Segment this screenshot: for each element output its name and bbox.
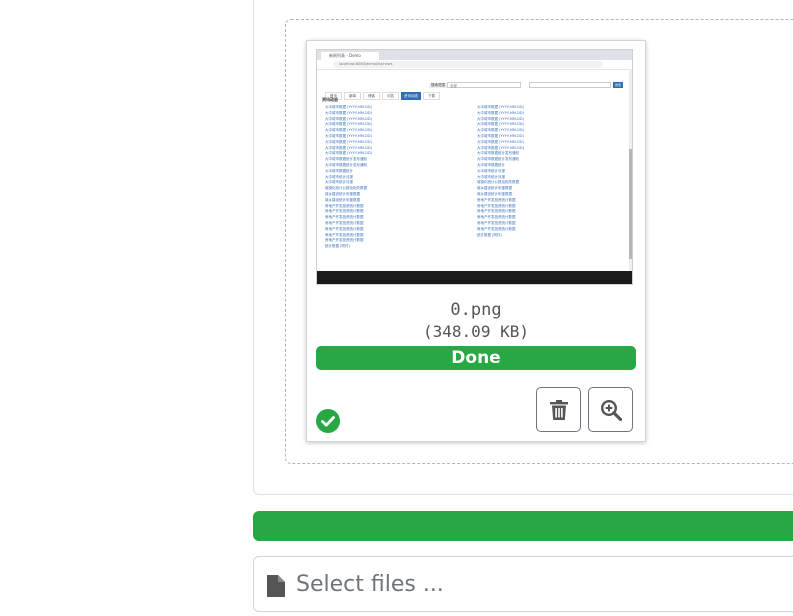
thumbnail-nav-item: 新闻: [344, 92, 361, 100]
upload-status-bar: Done: [316, 346, 636, 370]
overall-progress-bar: [253, 511, 793, 541]
thumbnail-search-label: 搜索范围: [429, 83, 447, 88]
thumbnail-list-item: 统计数据 (附件): [325, 244, 350, 249]
trash-icon: [550, 400, 568, 420]
thumbnail-nav-item: 下载: [423, 92, 440, 100]
thumbnail-scrollbar: [629, 69, 632, 272]
file-icon: [267, 575, 285, 597]
thumbnail-list-right: 大中城市数据 (YYYY-MM-DD) 大中城市数据 (YYYY-MM-DD) 大中…: [477, 105, 617, 238]
file-size: (348.09 KB): [423, 322, 529, 341]
thumbnail-nav-item: 资讯动态: [401, 92, 421, 100]
preview-thumbnail: 新闻列表 - Demo localhost:8080/demo/list/new…: [316, 49, 633, 285]
thumbnail-taskbar: [317, 271, 632, 284]
select-files-input[interactable]: Select files ...: [253, 556, 793, 612]
thumbnail-nav: 首页 新闻 博客 问答 资讯动态 下载: [325, 82, 442, 100]
check-circle-icon: [316, 409, 340, 433]
thumbnail-nav-item: 博客: [363, 92, 380, 100]
thumbnail-search-input: [529, 82, 611, 88]
select-files-label: Select files ...: [296, 572, 444, 597]
zoom-in-icon: [600, 399, 622, 421]
thumbnail-search-scope: 全部: [447, 82, 521, 88]
thumbnail-list-item: 统计数据 (附件): [477, 232, 502, 237]
thumbnail-browser-tab: 新闻列表 - Demo: [321, 52, 379, 60]
thumbnail-scrollbar-thumb: [629, 149, 632, 259]
file-name: 0.png: [450, 300, 502, 320]
zoom-button[interactable]: [588, 387, 633, 432]
thumbnail-list-left: 大中城市数据 (YYYY-MM-DD) 大中城市数据 (YYYY-MM-DD) 大中…: [325, 105, 465, 250]
thumbnail-search-button: 搜索: [613, 82, 623, 88]
thumbnail-nav-item: 问答: [382, 92, 399, 100]
thumbnail-address-bar: localhost:8080/demo/list/news: [317, 60, 632, 70]
delete-button[interactable]: [536, 387, 581, 432]
thumbnail-browser-tabbar: 新闻列表 - Demo: [317, 50, 632, 60]
thumbnail-heading: 资讯动态: [322, 97, 338, 102]
thumbnail-url: localhost:8080/demo/list/news: [333, 61, 603, 68]
